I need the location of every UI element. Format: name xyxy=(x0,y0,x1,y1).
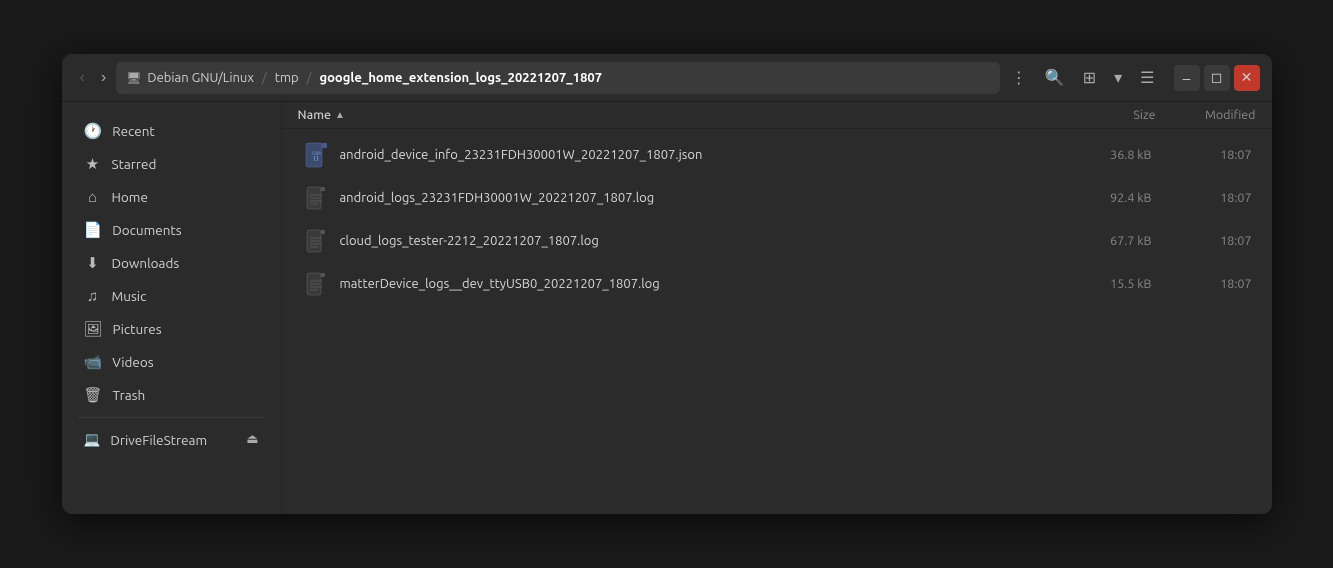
sidebar-item-starred[interactable]: ★ Starred xyxy=(68,148,275,180)
address-bar[interactable]: 🖥 Debian GNU/Linux / tmp / google_home_e… xyxy=(116,62,1000,94)
downloads-icon: ⬇ xyxy=(84,254,102,272)
pictures-icon: 🖼 xyxy=(84,320,103,338)
file-manager-window: ‹ › 🖥 Debian GNU/Linux / tmp / google_ho… xyxy=(62,54,1272,514)
sidebar-item-drivefilestream[interactable]: 💻 DriveFileStream ⏏ xyxy=(68,424,275,455)
sidebar-item-videos[interactable]: 📹 Videos xyxy=(68,346,275,378)
drivefilestream-icon: 💻 xyxy=(84,431,101,448)
column-size-header: Size xyxy=(1056,108,1156,122)
sidebar-divider xyxy=(78,417,265,418)
close-button[interactable]: ✕ xyxy=(1234,65,1260,91)
sidebar-item-documents[interactable]: 📄 Documents xyxy=(68,214,275,246)
sidebar-label-home: Home xyxy=(112,189,148,205)
sidebar-item-trash[interactable]: 🗑 Trash xyxy=(68,379,275,411)
breadcrumb-current: google_home_extension_logs_20221207_1807 xyxy=(319,71,602,85)
sidebar-label-starred: Starred xyxy=(112,156,157,172)
file-modified: 18:07 xyxy=(1152,234,1252,248)
sidebar-label-trash: Trash xyxy=(113,387,146,403)
home-icon: ⌂ xyxy=(84,188,102,206)
column-name-label: Name xyxy=(298,108,332,122)
sidebar-label-recent: Recent xyxy=(112,123,155,139)
videos-icon: 📹 xyxy=(84,353,103,371)
sidebar-item-home[interactable]: ⌂ Home xyxy=(68,181,275,213)
sidebar-label-music: Music xyxy=(112,288,147,304)
sidebar-label-drivefilestream: DriveFileStream xyxy=(110,432,207,448)
svg-text:JSON: JSON xyxy=(311,151,321,156)
file-row[interactable]: cloud_logs_tester-2212_20221207_1807.log… xyxy=(286,220,1268,262)
sidebar-label-documents: Documents xyxy=(112,222,181,238)
file-size: 15.5 kB xyxy=(1052,277,1152,291)
os-icon: 🖥 xyxy=(126,71,141,85)
trash-icon: 🗑 xyxy=(84,386,103,404)
forward-button[interactable]: › xyxy=(95,65,112,91)
search-button[interactable]: 🔍 xyxy=(1038,64,1072,92)
sidebar-item-downloads[interactable]: ⬇ Downloads xyxy=(68,247,275,279)
file-row[interactable]: matterDevice_logs__dev_ttyUSB0_20221207_… xyxy=(286,263,1268,305)
sidebar-label-downloads: Downloads xyxy=(112,255,180,271)
file-row[interactable]: android_logs_23231FDH30001W_20221207_180… xyxy=(286,177,1268,219)
starred-icon: ★ xyxy=(84,155,102,173)
documents-icon: 📄 xyxy=(84,221,103,239)
file-row[interactable]: {} JSON android_device_info_23231FDH3000… xyxy=(286,134,1268,176)
file-name: cloud_logs_tester-2212_20221207_1807.log xyxy=(340,234,1052,248)
recent-icon: 🕐 xyxy=(84,122,103,140)
column-modified-header: Modified xyxy=(1156,108,1256,122)
file-icon-log xyxy=(302,184,330,212)
breadcrumb-os: Debian GNU/Linux xyxy=(147,71,254,85)
sort-arrow-icon: ▲ xyxy=(335,109,345,121)
file-modified: 18:07 xyxy=(1152,148,1252,162)
window-controls: – ◻ ✕ xyxy=(1174,65,1260,91)
sidebar-label-pictures: Pictures xyxy=(113,321,162,337)
minimize-button[interactable]: – xyxy=(1174,65,1200,91)
view-chevron-button[interactable]: ▾ xyxy=(1107,64,1129,92)
file-name: android_device_info_23231FDH30001W_20221… xyxy=(340,148,1052,162)
file-icon-log xyxy=(302,227,330,255)
svg-text:{}: {} xyxy=(312,156,319,162)
sidebar: 🕐 Recent ★ Starred ⌂ Home 📄 Documents ⬇ … xyxy=(62,102,282,514)
file-list: {} JSON android_device_info_23231FDH3000… xyxy=(282,129,1272,514)
file-size: 92.4 kB xyxy=(1052,191,1152,205)
sidebar-item-recent[interactable]: 🕐 Recent xyxy=(68,115,275,147)
file-icon-log xyxy=(302,270,330,298)
file-name: android_logs_23231FDH30001W_20221207_180… xyxy=(340,191,1052,205)
file-pane: Name ▲ Size Modified {} JSON xyxy=(282,102,1272,514)
music-icon: ♫ xyxy=(84,287,102,305)
view-list-button[interactable]: ☰ xyxy=(1133,64,1161,92)
column-name-header: Name ▲ xyxy=(298,108,1056,122)
maximize-button[interactable]: ◻ xyxy=(1204,65,1230,91)
breadcrumb-tmp: tmp xyxy=(275,71,299,85)
titlebar: ‹ › 🖥 Debian GNU/Linux / tmp / google_ho… xyxy=(62,54,1272,102)
file-list-header: Name ▲ Size Modified xyxy=(282,102,1272,129)
file-modified: 18:07 xyxy=(1152,277,1252,291)
more-options-button[interactable]: ⋮ xyxy=(1004,64,1034,92)
file-name: matterDevice_logs__dev_ttyUSB0_20221207_… xyxy=(340,277,1052,291)
file-modified: 18:07 xyxy=(1152,191,1252,205)
back-button[interactable]: ‹ xyxy=(74,65,91,91)
file-icon-json: {} JSON xyxy=(302,141,330,169)
eject-icon[interactable]: ⏏ xyxy=(246,432,258,447)
file-size: 36.8 kB xyxy=(1052,148,1152,162)
file-size: 67.7 kB xyxy=(1052,234,1152,248)
main-content: 🕐 Recent ★ Starred ⌂ Home 📄 Documents ⬇ … xyxy=(62,102,1272,514)
sidebar-label-videos: Videos xyxy=(112,354,153,370)
view-grid-button[interactable]: ⊞ xyxy=(1076,64,1103,92)
sidebar-item-pictures[interactable]: 🖼 Pictures xyxy=(68,313,275,345)
sidebar-item-music[interactable]: ♫ Music xyxy=(68,280,275,312)
